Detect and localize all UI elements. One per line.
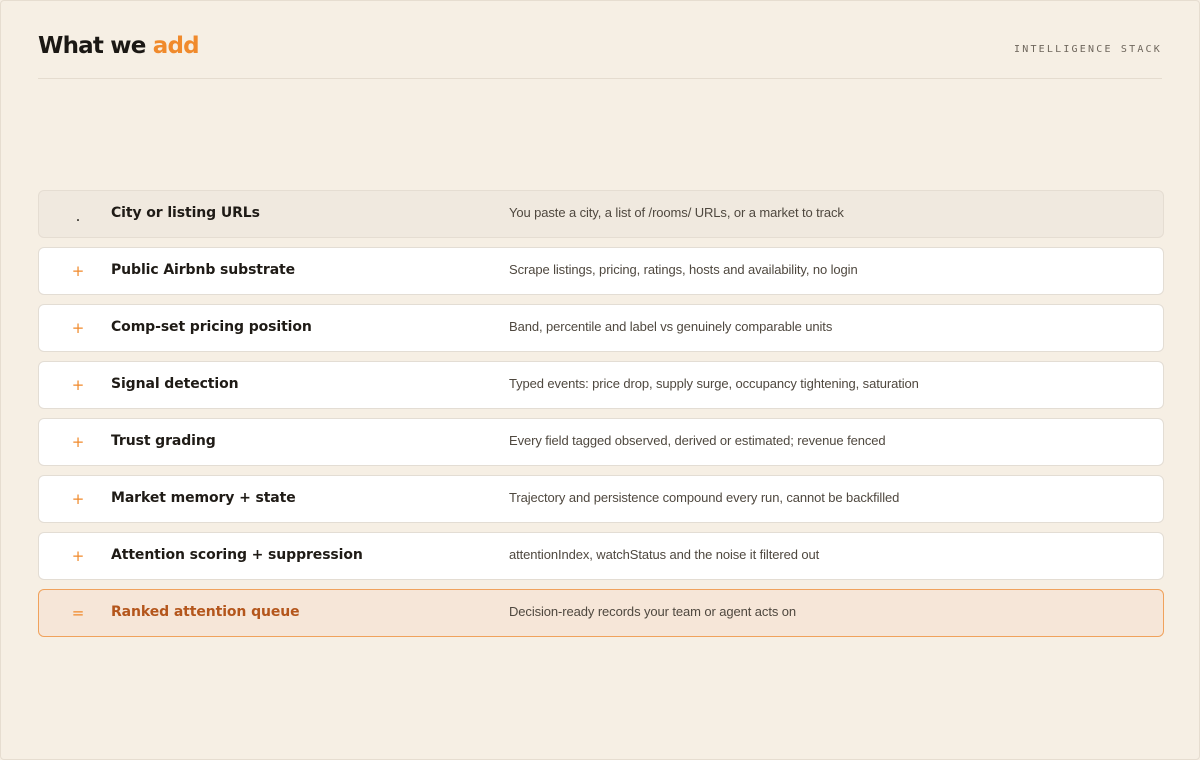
title-prefix: What we	[38, 33, 153, 59]
row-description: You paste a city, a list of /rooms/ URLs…	[509, 205, 844, 220]
row-description: Scrape listings, pricing, ratings, hosts…	[509, 262, 858, 277]
plus-icon: +	[71, 262, 85, 280]
row-label: Comp-set pricing position	[111, 319, 312, 335]
row-description: Band, percentile and label vs genuinely …	[509, 319, 833, 334]
section-kicker: INTELLIGENCE STACK	[1014, 44, 1162, 55]
stack-row-substrate: + Public Airbnb substrate Scrape listing…	[38, 247, 1164, 295]
plus-icon: +	[71, 433, 85, 451]
row-label: Public Airbnb substrate	[111, 262, 296, 278]
equals-icon: =	[71, 604, 85, 622]
row-marker: .	[75, 207, 81, 225]
row-description: Trajectory and persistence compound ever…	[509, 490, 900, 505]
title-accent: add	[152, 33, 200, 59]
stack-row-signals: + Signal detection Typed events: price d…	[38, 361, 1164, 409]
row-label: Trust grading	[111, 433, 216, 449]
plus-icon: +	[71, 319, 85, 337]
stack-list: . City or listing URLs You paste a city,…	[38, 190, 1164, 646]
plus-icon: +	[71, 376, 85, 394]
row-description: attentionIndex, watchStatus and the nois…	[509, 547, 820, 562]
row-label: Attention scoring + suppression	[111, 547, 363, 563]
panel-header: What we add INTELLIGENCE STACK	[38, 31, 1162, 79]
row-label: Ranked attention queue	[111, 604, 300, 620]
page-title: What we add	[38, 33, 200, 59]
plus-icon: +	[71, 547, 85, 565]
intelligence-stack-panel: What we add INTELLIGENCE STACK . City or…	[0, 0, 1200, 760]
stack-row-pricing: + Comp-set pricing position Band, percen…	[38, 304, 1164, 352]
row-label: Market memory + state	[111, 490, 296, 506]
row-label: Signal detection	[111, 376, 239, 392]
stack-row-output: = Ranked attention queue Decision-ready …	[38, 589, 1164, 637]
plus-icon: +	[71, 490, 85, 508]
stack-row-input: . City or listing URLs You paste a city,…	[38, 190, 1164, 238]
row-description: Decision-ready records your team or agen…	[509, 604, 797, 619]
row-description: Every field tagged observed, derived or …	[509, 433, 886, 448]
stack-row-attention: + Attention scoring + suppression attent…	[38, 532, 1164, 580]
row-label: City or listing URLs	[111, 205, 260, 221]
stack-row-trust: + Trust grading Every field tagged obser…	[38, 418, 1164, 466]
row-description: Typed events: price drop, supply surge, …	[509, 376, 919, 391]
stack-row-memory: + Market memory + state Trajectory and p…	[38, 475, 1164, 523]
